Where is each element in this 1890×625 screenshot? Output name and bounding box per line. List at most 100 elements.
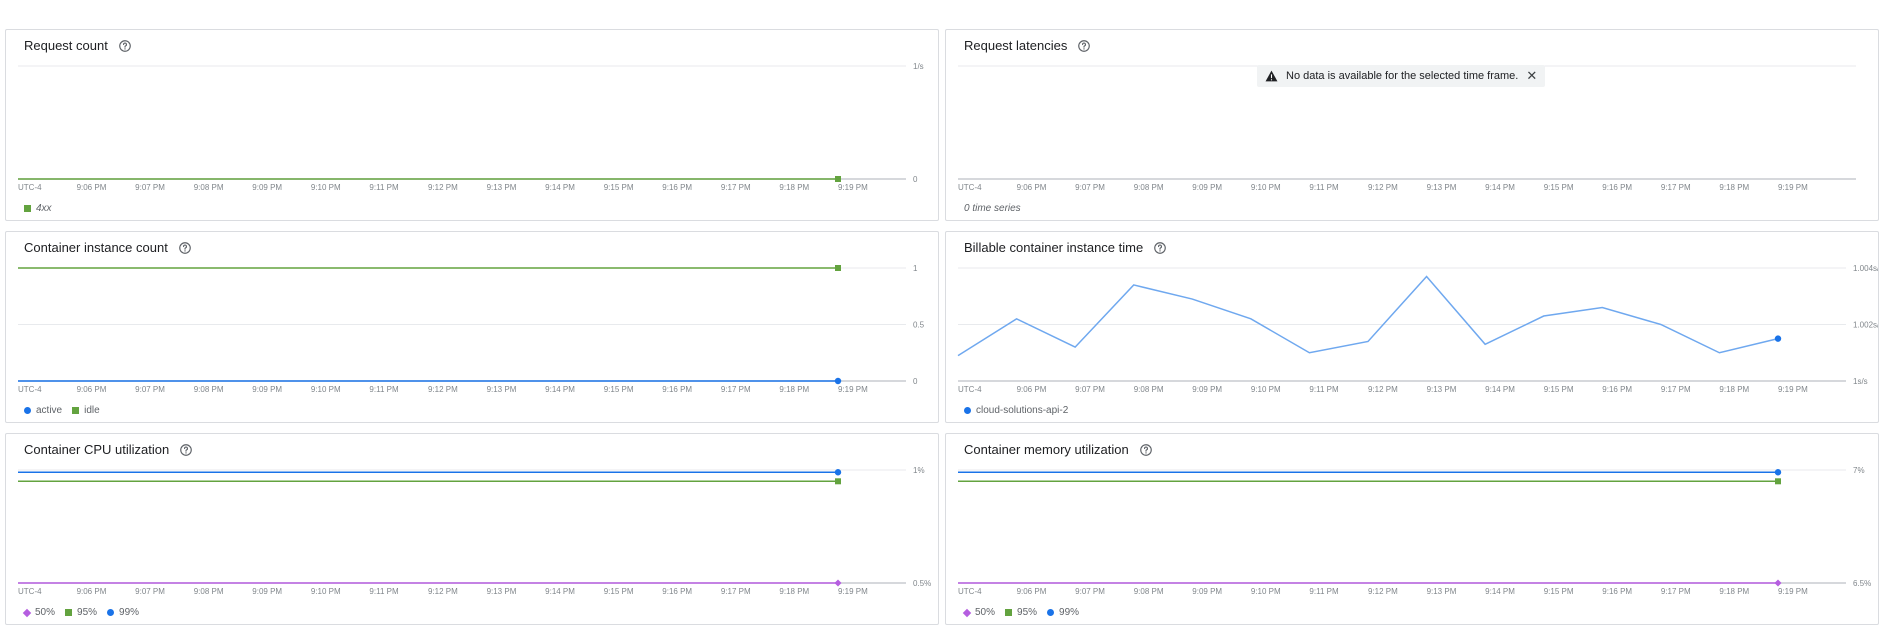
x-tick-label: 9:18 PM (1719, 587, 1749, 596)
y-tick-label: 1/s (913, 62, 924, 71)
x-tick-label: 9:06 PM (1017, 385, 1047, 394)
x-tick-label: 9:11 PM (369, 183, 399, 192)
x-tick-label: 9:13 PM (487, 385, 517, 394)
legend-item-cloud-solutions-api-2[interactable]: cloud-solutions-api-2 (964, 405, 1068, 416)
x-tick-label: UTC-4 (958, 587, 982, 596)
x-tick-label: 9:06 PM (77, 385, 107, 394)
x-tick-label: UTC-4 (958, 385, 982, 394)
x-tick-label: 9:09 PM (252, 587, 282, 596)
x-tick-label: 9:15 PM (604, 183, 634, 192)
x-tick-label: 9:12 PM (1368, 183, 1398, 192)
legend-label: cloud-solutions-api-2 (976, 405, 1069, 416)
series-end-marker (834, 377, 842, 385)
x-tick-label: 9:09 PM (252, 385, 282, 394)
x-tick-label: 9:07 PM (1075, 385, 1105, 394)
panel-container-instance-count: Container instance count 1 0.5 0 UTC-4 9:06 … (5, 231, 939, 423)
close-icon[interactable]: ✕ (1526, 68, 1537, 84)
x-tick-label: 9:17 PM (721, 183, 751, 192)
legend-item-active[interactable]: active (24, 405, 62, 416)
x-tick-label: 9:07 PM (1075, 183, 1105, 192)
x-tick-label: 9:18 PM (1719, 183, 1749, 192)
x-tick-label: 9:14 PM (1485, 385, 1515, 394)
chart-legend: 50% 95% 99% (962, 607, 1079, 618)
legend-item-p99[interactable]: 99% (107, 607, 139, 618)
x-tick-label: 9:10 PM (1251, 183, 1281, 192)
x-tick-label: 9:07 PM (135, 385, 165, 394)
legend-label: 4xx (36, 203, 52, 214)
x-tick-label: 9:08 PM (1134, 183, 1164, 192)
x-tick-label: 9:11 PM (369, 385, 399, 394)
x-tick-label: 9:10 PM (311, 587, 341, 596)
panel-container-memory-utilization: Container memory utilization 7% 6.5% UTC-4… (945, 433, 1879, 625)
x-tick-label: 9:13 PM (487, 183, 517, 192)
chart-request-count: 1/s 0 UTC-4 9:06 PM 9:07 PM 9:08 PM 9:09 PM 9:1… (18, 62, 924, 192)
x-tick-label: 9:18 PM (1719, 385, 1749, 394)
y-tick-label: 1 (913, 264, 918, 273)
x-tick-label: 9:08 PM (1134, 385, 1164, 394)
x-tick-label: 9:10 PM (311, 183, 341, 192)
x-tick-label: 9:06 PM (77, 183, 107, 192)
legend-item-idle[interactable]: idle (72, 405, 100, 416)
x-tick-label: 9:08 PM (194, 385, 224, 394)
x-tick-label: 9:11 PM (369, 587, 399, 596)
y-tick-label: 0.5% (913, 579, 931, 588)
legend-label: 50% (35, 607, 56, 618)
x-tick-label: UTC-4 (958, 183, 982, 192)
legend-swatch (22, 608, 32, 617)
x-tick-label: 9:08 PM (1134, 587, 1164, 596)
x-tick-label: 9:11 PM (1309, 183, 1339, 192)
legend-swatch (107, 609, 115, 616)
legend-swatch (65, 609, 73, 616)
y-tick-label: 1% (913, 466, 925, 475)
legend-swatch (24, 205, 31, 212)
x-tick-label: 9:09 PM (1192, 183, 1222, 192)
legend-swatch (1047, 609, 1055, 616)
x-tick-label: 9:16 PM (662, 385, 692, 394)
legend-item-p50[interactable]: 50% (962, 607, 996, 618)
chart-container-memory-utilization: 7% 6.5% UTC-4 9:06 PM 9:07 PM 9:08 PM 9:09 PM 9… (958, 466, 1871, 596)
y-tick-label: 1.004s/s (1853, 264, 1879, 273)
x-tick-label: 9:17 PM (1661, 183, 1691, 192)
x-tick-label: 9:12 PM (428, 587, 458, 596)
x-tick-label: 9:10 PM (1251, 587, 1281, 596)
x-tick-label: 9:16 PM (1602, 587, 1632, 596)
series-end-marker (835, 176, 841, 182)
y-tick-label: 0.5 (913, 321, 925, 330)
series-line (957, 275, 1779, 357)
x-tick-label: 9:14 PM (1485, 587, 1515, 596)
x-tick-label: 9:16 PM (662, 587, 692, 596)
legend-label: idle (84, 405, 100, 416)
chart-container-instance-count: 1 0.5 0 UTC-4 9:06 PM 9:07 PM 9:08 PM 9:09 PM 9:… (18, 264, 925, 394)
x-tick-label: 9:08 PM (194, 183, 224, 192)
chart-container-cpu-utilization: 1% 0.5% UTC-4 9:06 PM 9:07 PM 9:08 PM 9:09 PM 9… (18, 466, 931, 596)
x-tick-label: UTC-4 (18, 587, 42, 596)
legend-item-4xx[interactable]: 4xx (24, 203, 52, 214)
x-tick-label: 9:12 PM (1368, 385, 1398, 394)
legend-item-p99[interactable]: 99% (1047, 607, 1079, 618)
legend-label: 95% (77, 607, 98, 618)
legend-label: 95% (1017, 607, 1038, 618)
chart-request-latencies: UTC-4 9:06 PM 9:07 PM 9:08 PM 9:09 PM 9:10 PM… (958, 65, 1856, 192)
y-tick-label: 6.5% (1853, 579, 1871, 588)
x-tick-label: 9:06 PM (1017, 587, 1047, 596)
x-tick-label: 9:17 PM (1661, 587, 1691, 596)
legend-item-p95[interactable]: 95% (1005, 607, 1037, 618)
x-tick-label: UTC-4 (18, 385, 42, 394)
x-tick-label: 9:10 PM (311, 385, 341, 394)
x-tick-label: 9:14 PM (1485, 183, 1515, 192)
x-tick-label: 9:11 PM (1309, 385, 1339, 394)
legend-item-p95[interactable]: 95% (65, 607, 97, 618)
legend-item-p50[interactable]: 50% (22, 607, 56, 618)
x-tick-label: 9:16 PM (1602, 385, 1632, 394)
x-tick-label: 9:14 PM (545, 385, 575, 394)
series-end-marker (1774, 469, 1782, 476)
no-data-text: No data is available for the selected ti… (1286, 70, 1519, 82)
x-tick-label: 9:07 PM (135, 183, 165, 192)
x-tick-label: 9:09 PM (1192, 587, 1222, 596)
panel-request-latencies: Request latencies UTC-4 9:06 PM 9:07 PM 9:0… (945, 29, 1879, 221)
x-tick-label: 9:17 PM (1661, 385, 1691, 394)
x-tick-label: 9:16 PM (662, 183, 692, 192)
legend-swatch (72, 407, 80, 414)
x-tick-label: 9:11 PM (1309, 587, 1339, 596)
legend-label: 50% (975, 607, 996, 618)
